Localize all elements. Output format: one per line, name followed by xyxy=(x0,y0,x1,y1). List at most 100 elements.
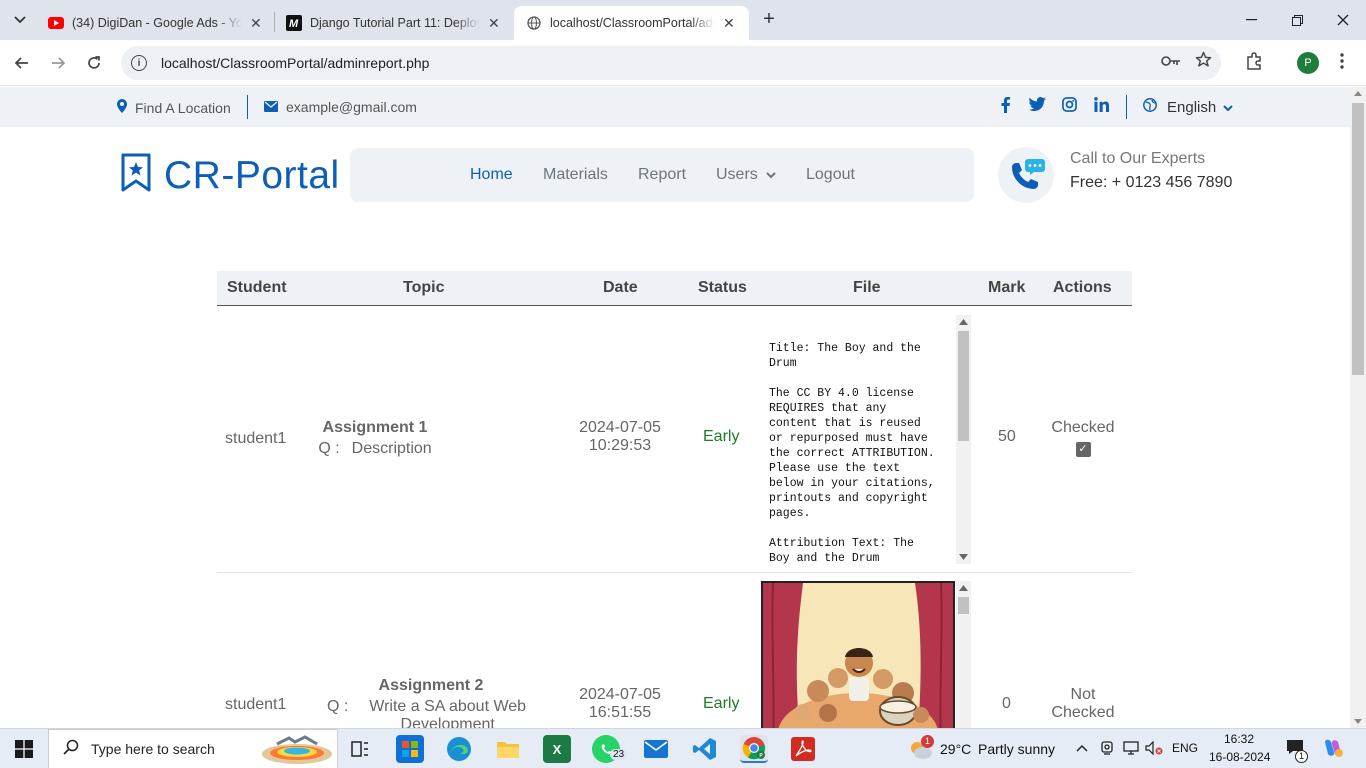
password-key-icon[interactable] xyxy=(1161,54,1181,71)
nav-logout[interactable]: Logout xyxy=(806,166,855,184)
bookmark-star-icon[interactable] xyxy=(1195,51,1212,72)
volume-muted-icon[interactable] xyxy=(1145,740,1163,758)
language-selector[interactable]: English xyxy=(1143,98,1233,116)
linkedin-icon[interactable] xyxy=(1094,97,1109,116)
call-number[interactable]: Free: + 0123 456 7890 xyxy=(1070,174,1232,192)
file-preview-image[interactable] xyxy=(761,581,955,728)
url-text: localhost/ClassroomPortal/adminreport.ph… xyxy=(161,55,430,71)
header-status: Status xyxy=(698,279,747,296)
envelope-icon xyxy=(264,100,278,115)
date-cell: 2024-07-05 16:51:55 xyxy=(570,686,670,722)
tab-label: localhost/ClassroomPortal/adm xyxy=(550,16,715,30)
topic-question: Q : Write a SA about Web Development xyxy=(327,698,535,728)
file-preview-text[interactable]: Title: The Boy and the Drum The CC BY 4.… xyxy=(762,315,957,564)
forward-arrow-icon[interactable] xyxy=(45,50,71,76)
chevron-down-icon xyxy=(1223,99,1233,116)
restore-button[interactable] xyxy=(1274,0,1320,40)
brand-logo[interactable]: CR-Portal xyxy=(120,153,340,198)
chrome-icon[interactable]: P xyxy=(740,735,768,763)
map-pin-icon xyxy=(117,99,127,116)
whatsapp-badge: 23 xyxy=(610,749,628,760)
topic-title: Assignment 1 xyxy=(322,419,428,436)
new-tab-button[interactable]: + xyxy=(757,8,781,32)
header-student: Student xyxy=(227,279,287,296)
file-preview-scrollbar[interactable] xyxy=(956,315,971,564)
checked-checkbox[interactable]: ✓ xyxy=(1075,442,1091,457)
excel-icon[interactable]: X xyxy=(543,735,571,763)
topic-cell: Assignment 2 Q : Write a SA about Web Dev… xyxy=(327,677,535,728)
header-actions: Actions xyxy=(1053,279,1112,296)
globe-icon xyxy=(1143,98,1157,116)
email-link[interactable]: example@gmail.com xyxy=(264,99,417,115)
instagram-icon[interactable] xyxy=(1062,97,1077,116)
profile-avatar[interactable]: P xyxy=(1297,52,1319,74)
tab-label: Django Tutorial Part 11: Deploy xyxy=(310,16,480,30)
network-icon[interactable] xyxy=(1123,741,1139,758)
pdf-reader-icon[interactable] xyxy=(789,735,817,763)
windows-taskbar: Type here to search X 23 P 1 29°C Partly… xyxy=(0,728,1366,768)
mail-icon[interactable] xyxy=(642,735,670,763)
brand-name: CR-Portal xyxy=(164,153,340,197)
question-text: Description xyxy=(351,440,432,457)
date-value: 2024-07-05 xyxy=(579,686,661,703)
minimize-button[interactable] xyxy=(1228,0,1274,40)
twitter-icon[interactable] xyxy=(1028,97,1046,115)
action-cell: Checked ✓ xyxy=(1043,419,1123,457)
header-date: Date xyxy=(603,279,638,296)
microsoft-store-icon[interactable] xyxy=(396,735,424,763)
temperature-text: 29°C xyxy=(940,741,972,757)
input-language[interactable]: ENG xyxy=(1172,741,1198,755)
file-explorer-icon[interactable] xyxy=(494,735,522,763)
tab-youtube[interactable]: (34) DigiDan - Google Ads - You ✕ xyxy=(36,6,274,40)
clock-time[interactable]: 16:32 xyxy=(1224,732,1254,746)
task-view-icon[interactable] xyxy=(346,735,374,763)
web-page: Find A Location example@gmail.com Englis… xyxy=(0,87,1350,728)
file-content: Title: The Boy and the Drum The CC BY 4.… xyxy=(769,342,935,564)
windows-start-icon[interactable] xyxy=(10,735,38,763)
close-icon[interactable]: ✕ xyxy=(250,15,262,32)
address-bar[interactable]: i localhost/ClassroomPortal/adminreport.… xyxy=(121,46,1221,80)
tab-search-chevron-icon[interactable] xyxy=(6,8,34,32)
edge-browser-icon[interactable] xyxy=(445,735,473,763)
tray-chevron-up-icon[interactable] xyxy=(1076,740,1088,755)
search-icon xyxy=(63,739,79,760)
close-window-button[interactable] xyxy=(1320,0,1366,40)
site-info-icon[interactable]: i xyxy=(131,55,147,71)
copilot-icon[interactable] xyxy=(1322,738,1344,761)
header-file: File xyxy=(853,279,881,296)
header-topic: Topic xyxy=(403,279,445,296)
nav-home[interactable]: Home xyxy=(470,166,513,184)
clock-date[interactable]: 16-08-2024 xyxy=(1209,750,1270,764)
notification-count: 1 xyxy=(1295,750,1308,763)
topic-title: Assignment 2 xyxy=(378,677,484,694)
kebab-menu-icon[interactable] xyxy=(1340,53,1344,73)
page-scrollbar[interactable] xyxy=(1350,87,1366,728)
tab-localhost-active[interactable]: localhost/ClassroomPortal/adm ✕ xyxy=(514,6,749,40)
nav-materials[interactable]: Materials xyxy=(543,166,608,184)
close-icon[interactable]: ✕ xyxy=(488,15,500,32)
date-value: 2024-07-05 xyxy=(579,419,661,436)
close-icon[interactable]: ✕ xyxy=(723,15,735,32)
page-scrollbar-thumb[interactable] xyxy=(1352,103,1364,375)
table-row: student1 Assignment 1 Q : Description 202… xyxy=(217,307,1132,573)
facebook-icon[interactable] xyxy=(1001,97,1010,117)
file-preview-scrollbar[interactable] xyxy=(956,581,971,728)
nav-users-label: Users xyxy=(716,166,758,183)
back-arrow-icon[interactable] xyxy=(9,50,35,76)
location-link[interactable]: Find A Location xyxy=(117,99,231,116)
vscode-icon[interactable] xyxy=(691,735,719,763)
date-cell: 2024-07-05 10:29:53 xyxy=(570,419,670,455)
webcam-icon[interactable] xyxy=(1100,741,1114,758)
extensions-puzzle-icon[interactable] xyxy=(1245,52,1263,74)
location-text: Find A Location xyxy=(135,99,231,116)
header-mark: Mark xyxy=(988,279,1026,296)
reload-icon[interactable] xyxy=(81,50,107,76)
globe-icon xyxy=(526,15,542,31)
taskbar-search-box[interactable]: Type here to search xyxy=(48,729,338,768)
search-highlight-image-icon xyxy=(261,734,333,768)
topic-cell: Assignment 1 Q : Description xyxy=(297,419,453,458)
nav-users[interactable]: Users xyxy=(716,166,776,184)
boy-and-drum-illustration-icon xyxy=(763,583,953,728)
nav-report[interactable]: Report xyxy=(638,166,686,184)
tab-django[interactable]: M Django Tutorial Part 11: Deploy ✕ xyxy=(274,6,512,40)
